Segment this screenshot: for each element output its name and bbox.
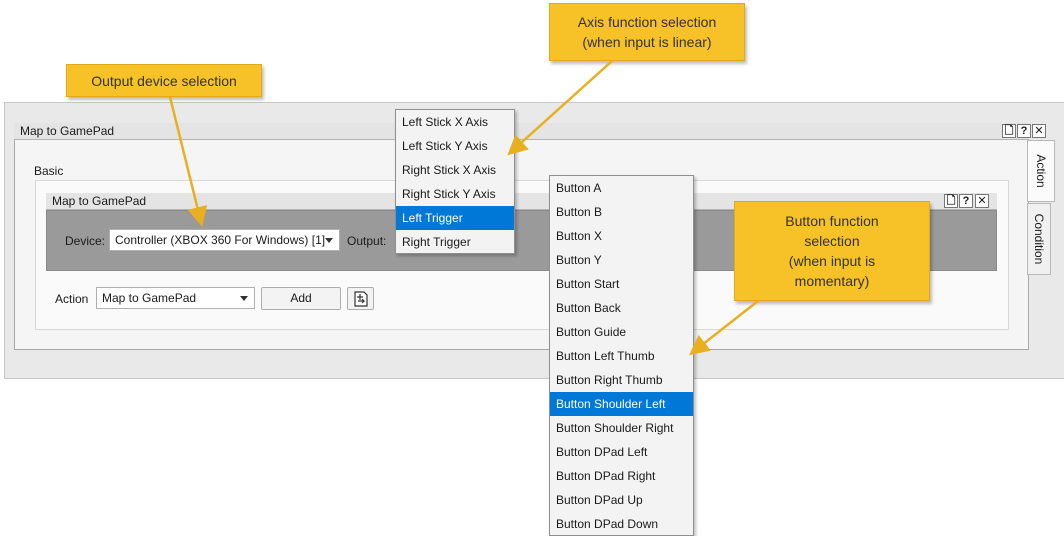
arrow-to-device bbox=[168, 96, 208, 227]
arrow-to-button-menu bbox=[689, 300, 759, 356]
arrow-to-axis-menu bbox=[507, 60, 613, 156]
callout-arrows bbox=[168, 60, 759, 356]
